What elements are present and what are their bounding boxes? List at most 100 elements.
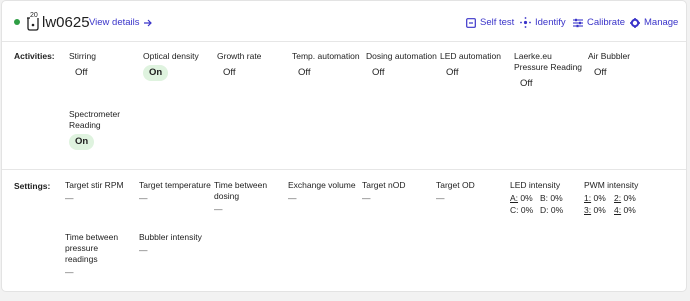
activity-optical-density: Optical density On <box>143 51 215 81</box>
setting-name: Exchange volume <box>288 180 356 190</box>
status-dot <box>14 19 20 25</box>
channel-value: 0% <box>593 205 606 215</box>
tune-icon <box>573 18 583 27</box>
setting-target-temperature: Target temperature — <box>139 180 213 204</box>
activity-spectrometer-reading: Spectrometer Reading On <box>69 109 129 150</box>
led-channel-grid: A: 0% B: 0% C: 0% D: 0% <box>510 193 584 216</box>
self-test-button[interactable]: Self test <box>466 17 514 28</box>
setting-time-between-dosing: Time between dosing — <box>214 180 272 215</box>
setting-pwm-intensity: PWM intensity 1: 0% 2: 0% 3: 0% 4: 0% <box>584 180 658 216</box>
pwm-channel-grid: 1: 0% 2: 0% 3: 0% 4: 0% <box>584 193 658 216</box>
setting-value: — <box>65 193 74 203</box>
activity-name: Laerke.eu Pressure Reading <box>514 51 583 72</box>
calibrate-button[interactable]: Calibrate <box>573 17 625 28</box>
view-details-label: View details <box>89 17 140 28</box>
setting-value: — <box>288 193 297 203</box>
channel-label: 3: <box>584 205 592 215</box>
activity-name: Spectrometer Reading <box>69 109 121 130</box>
setting-name: Target temperature <box>139 180 211 190</box>
arrow-right-icon <box>143 19 152 26</box>
view-details-link[interactable]: View details <box>89 17 153 28</box>
channel-value: 0% <box>623 193 636 203</box>
channel-label: D: <box>540 205 549 215</box>
activity-dosing-automation: Dosing automation Off <box>366 51 438 81</box>
activity-name: Dosing automation <box>366 51 437 61</box>
activity-name: Air Bubbler <box>588 51 631 61</box>
activity-name: Optical density <box>143 51 199 61</box>
manage-label: Manage <box>644 17 679 28</box>
pwm-channel-3: 3: 0% <box>584 205 614 216</box>
channel-label: C: <box>510 205 519 215</box>
channel-label: B: <box>540 193 549 203</box>
setting-value: — <box>436 193 445 203</box>
setting-value: — <box>65 267 74 277</box>
setting-name: Target nOD <box>362 180 406 190</box>
channel-label: 1: <box>584 193 592 203</box>
activity-name: Temp. automation <box>292 51 360 61</box>
channel-label: A: <box>510 193 519 203</box>
activity-state-chip: Off <box>372 67 385 78</box>
gear-icon <box>630 17 640 28</box>
setting-name: PWM intensity <box>584 180 639 190</box>
setting-name: Target stir RPM <box>65 180 124 190</box>
led-channel-c: C: 0% <box>510 205 540 216</box>
setting-name: LED intensity <box>510 180 561 190</box>
pwm-channel-2: 2: 0% <box>614 193 644 204</box>
activity-state-chip: On <box>143 65 169 81</box>
activity-growth-rate: Growth rate Off <box>217 51 289 81</box>
channel-label: 4: <box>614 205 622 215</box>
pwm-channel-1: 1: 0% <box>584 193 614 204</box>
setting-value: — <box>139 245 148 255</box>
setting-bubbler-intensity: Bubbler intensity — <box>139 232 213 256</box>
led-channel-a: A: 0% <box>510 193 540 204</box>
setting-target-nod: Target nOD — <box>362 180 436 204</box>
setting-target-od: Target OD — <box>436 180 510 204</box>
setting-value: — <box>362 193 371 203</box>
identify-label: Identify <box>535 17 566 28</box>
setting-target-stir-rpm: Target stir RPM — <box>65 180 139 204</box>
activity-stirring: Stirring Off <box>69 51 141 81</box>
card-header: 20 lw0625 View details Self test Identif… <box>2 1 686 41</box>
unit-name: lw0625 <box>42 14 90 31</box>
activity-state-chip: Off <box>75 67 88 78</box>
manage-button[interactable]: Manage <box>630 17 678 28</box>
activity-state-chip: Off <box>594 67 607 78</box>
led-channel-b: B: 0% <box>540 193 570 204</box>
self-test-label: Self test <box>480 17 515 28</box>
setting-time-between-pressure-readings: Time between pressure readings — <box>65 232 131 278</box>
activity-state-chip: On <box>69 134 95 150</box>
unit-number: 20 <box>30 12 38 19</box>
checklist-icon <box>466 17 476 28</box>
activity-led-automation: LED automation Off <box>440 51 512 81</box>
channel-value: 0% <box>593 193 606 203</box>
channel-value: 0% <box>623 205 636 215</box>
activity-state-chip: Off <box>298 67 311 78</box>
led-channel-d: D: 0% <box>540 205 570 216</box>
header-divider <box>2 41 686 42</box>
setting-value: — <box>214 204 223 214</box>
activities-label: Activities: <box>14 51 55 61</box>
activity-temp-automation: Temp. automation Off <box>292 51 364 81</box>
setting-name: Target OD <box>436 180 475 190</box>
channel-value: 0% <box>550 205 564 215</box>
activity-state-chip: Off <box>223 67 236 78</box>
setting-name: Bubbler intensity <box>139 232 202 242</box>
setting-name: Time between dosing <box>214 180 268 201</box>
setting-value: — <box>139 193 148 203</box>
activity-pressure-reading: Laerke.eu Pressure Reading Off <box>514 51 586 92</box>
activity-state-chip: Off <box>446 67 459 78</box>
setting-name: Time between pressure readings <box>65 232 119 264</box>
activity-state-chip: Off <box>520 78 533 89</box>
setting-led-intensity: LED intensity A: 0% B: 0% C: 0% D: 0% <box>510 180 584 216</box>
pwm-channel-4: 4: 0% <box>614 205 644 216</box>
identify-button[interactable]: Identify <box>520 17 566 28</box>
activity-air-bubbler: Air Bubbler Off <box>588 51 660 81</box>
activity-name: Growth rate <box>217 51 262 61</box>
identify-icon <box>520 17 531 28</box>
channel-label: 2: <box>614 193 622 203</box>
channel-value: 0% <box>550 193 563 203</box>
activity-name: LED automation <box>440 51 501 61</box>
settings-label: Settings: <box>14 181 51 191</box>
unit-card: 20 lw0625 View details Self test Identif… <box>1 0 687 292</box>
channel-value: 0% <box>520 193 533 203</box>
